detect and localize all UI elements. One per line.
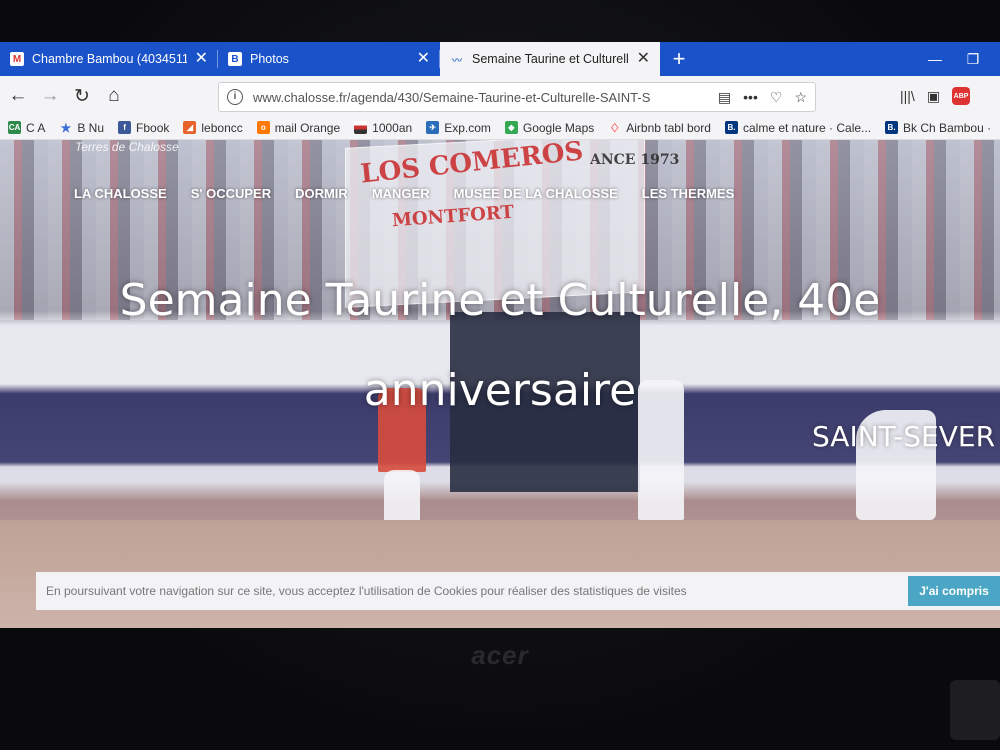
- adblock-icon[interactable]: ABP: [952, 87, 971, 105]
- reader-view-icon[interactable]: ▤: [718, 89, 731, 106]
- navigation-bar: ← → ↻ ⌂ i www.chalosse.fr/agenda/430/Sem…: [0, 76, 1000, 116]
- nav-les-thermes[interactable]: LES THERMES: [642, 186, 734, 201]
- site-icon: 〰: [452, 55, 462, 67]
- b-app-icon: B: [228, 52, 242, 66]
- bookmark-label: leboncc: [201, 120, 243, 135]
- photo-frame: M Chambre Bambou (40345119) ✕ B Photos ✕…: [0, 0, 1000, 750]
- site-tagline: Terres de Chalosse: [75, 140, 179, 154]
- hero-title: Semaine Taurine et Culturelle, 40e anniv…: [0, 256, 1000, 436]
- close-icon[interactable]: ✕: [637, 51, 650, 67]
- bookmark-item[interactable]: CA C A: [8, 121, 45, 135]
- tab-semaine-taurine[interactable]: 〰 Semaine Taurine et Culturelle, 4 ✕: [440, 42, 660, 76]
- tab-gmail[interactable]: M Chambre Bambou (40345119) ✕: [0, 42, 218, 76]
- booking-icon: B.: [885, 121, 899, 134]
- restore-icon[interactable]: ❐: [954, 51, 992, 68]
- nav-musee[interactable]: MUSEE DE LA CHALOSSE: [454, 186, 618, 201]
- bookmark-item[interactable]: ✈ Exp.com: [426, 121, 491, 135]
- bookmark-item[interactable]: o mail Orange: [256, 120, 341, 135]
- hero-title-line: Semaine Taurine et Culturelle, 40e: [119, 275, 881, 326]
- booking-icon: B.: [724, 121, 738, 134]
- bookmark-label: B Nu: [77, 120, 105, 135]
- home-button[interactable]: ⌂: [98, 81, 130, 111]
- new-tab-button[interactable]: +: [660, 42, 698, 76]
- flag-icon: [354, 121, 368, 134]
- hero-location: SAINT-SEVER: [812, 420, 996, 453]
- gmail-icon: M: [10, 52, 24, 66]
- bookmark-item[interactable]: ◆ Google Maps: [504, 120, 595, 135]
- bookmark-label: calme et nature · Cale...: [742, 120, 872, 135]
- web-page: LOS COMEROS ANCE 1973 MONTFORT Terres de…: [0, 140, 1000, 628]
- orange-icon: o: [256, 121, 270, 134]
- star-icon: ★: [60, 120, 72, 135]
- tab-label: Semaine Taurine et Culturelle, 4: [472, 52, 629, 66]
- bookmark-label: Exp.com: [444, 120, 491, 135]
- bookmark-item[interactable]: 1000an: [354, 121, 412, 135]
- url-text[interactable]: www.chalosse.fr/agenda/430/Semaine-Tauri…: [253, 90, 710, 105]
- nav-la-chalosse[interactable]: LA CHALOSSE: [74, 186, 167, 201]
- bookmark-star-icon[interactable]: ☆: [794, 89, 807, 106]
- tab-strip: M Chambre Bambou (40345119) ✕ B Photos ✕…: [0, 42, 1000, 76]
- cookie-banner: En poursuivant votre navigation sur ce s…: [36, 572, 1000, 610]
- maps-icon: ◆: [504, 121, 518, 134]
- airbnb-icon: ♢: [609, 120, 621, 135]
- leboncoin-icon: ◢: [183, 121, 197, 134]
- ca-icon: CA: [8, 121, 21, 134]
- facebook-icon: f: [118, 121, 132, 134]
- close-icon[interactable]: ✕: [195, 51, 208, 67]
- bookmark-item[interactable]: ◢ leboncc: [183, 120, 243, 135]
- bookmark-label: 1000an: [372, 120, 413, 135]
- minimize-icon[interactable]: —: [916, 51, 954, 67]
- laptop-hinge: [950, 680, 1000, 740]
- library-icon[interactable]: |||\: [900, 88, 915, 104]
- reload-button[interactable]: ↻: [66, 81, 98, 111]
- expedia-icon: ✈: [426, 121, 440, 134]
- bookmark-item[interactable]: f Fbook: [118, 121, 169, 135]
- close-icon[interactable]: ✕: [417, 51, 430, 67]
- tab-label: Photos: [250, 52, 289, 66]
- site-nav: LA CHALOSSE S' OCCUPER DORMIR MANGER MUS…: [74, 186, 758, 201]
- nav-s-occuper[interactable]: S' OCCUPER: [191, 186, 271, 201]
- bookmarks-bar: CA C A ★ B Nu f Fbook ◢ leboncc o mail O…: [0, 116, 1000, 140]
- back-button[interactable]: ←: [2, 81, 34, 111]
- bookmark-item[interactable]: ♢ Airbnb tabl bord: [608, 121, 711, 135]
- address-bar[interactable]: i www.chalosse.fr/agenda/430/Semaine-Tau…: [218, 82, 816, 112]
- bookmark-label: Fbook: [136, 120, 170, 135]
- forward-button[interactable]: →: [34, 81, 66, 111]
- pocket-icon[interactable]: ♡: [770, 89, 783, 106]
- laptop-screen: M Chambre Bambou (40345119) ✕ B Photos ✕…: [0, 42, 1000, 628]
- bookmark-item[interactable]: B. Bk Ch Bambou ·: [885, 121, 991, 135]
- hero-title-line: anniversaire: [363, 365, 637, 416]
- tab-photos[interactable]: B Photos ✕: [218, 42, 440, 76]
- nav-manger[interactable]: MANGER: [372, 186, 430, 201]
- nav-dormir[interactable]: DORMIR: [295, 186, 348, 201]
- bookmark-item[interactable]: B. calme et nature · Cale...: [724, 120, 872, 135]
- bookmark-label: Airbnb tabl bord: [626, 120, 711, 135]
- bookmark-item[interactable]: ★ B Nu: [59, 121, 104, 135]
- window-controls: — ❐: [916, 42, 1000, 76]
- laptop-brand-logo: acer: [471, 640, 529, 670]
- cookie-text: En poursuivant votre navigation sur ce s…: [46, 584, 687, 598]
- tab-label: Chambre Bambou (40345119): [32, 52, 187, 66]
- bookmark-label: C A: [26, 120, 46, 135]
- banner-text: ANCE 1973: [590, 152, 680, 168]
- bookmark-label: mail Orange: [274, 120, 341, 135]
- page-actions-icon[interactable]: •••: [743, 89, 758, 106]
- cookie-accept-button[interactable]: J'ai compris: [908, 576, 1000, 606]
- bookmark-label: Google Maps: [522, 120, 595, 135]
- site-info-icon[interactable]: i: [227, 89, 243, 105]
- toolbar-right: |||\ ▣ ABP: [900, 76, 971, 116]
- person-figure: [384, 470, 420, 522]
- bookmark-label: Bk Ch Bambou ·: [903, 120, 992, 135]
- sidebar-icon[interactable]: ▣: [927, 88, 940, 105]
